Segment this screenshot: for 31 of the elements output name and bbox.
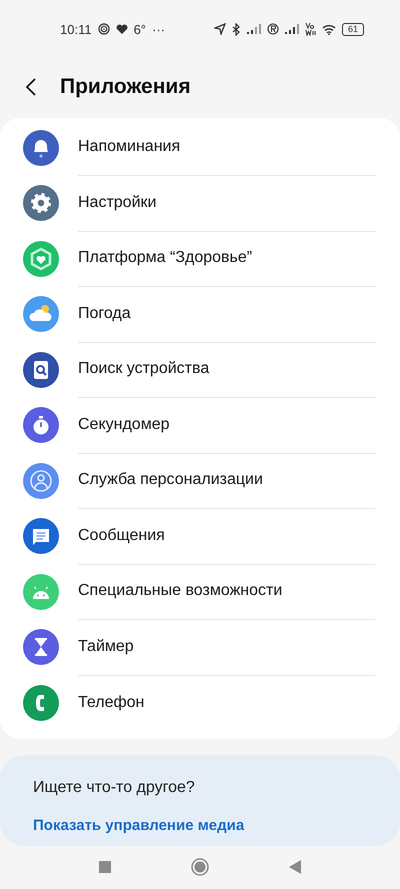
back-icon bbox=[26, 78, 36, 96]
app-list-item[interactable]: Сообщения bbox=[0, 508, 400, 564]
roaming-icon bbox=[266, 23, 279, 35]
app-list-item[interactable]: Поиск устройства bbox=[0, 342, 400, 398]
page-title: Приложения bbox=[60, 75, 191, 99]
recents-button[interactable] bbox=[99, 861, 111, 874]
app-list-item[interactable]: Платформа “Здоровье” bbox=[0, 231, 400, 286]
bluetooth-icon bbox=[232, 22, 241, 36]
app-list-item[interactable]: Погода bbox=[0, 286, 400, 342]
wifi-icon bbox=[322, 24, 336, 34]
temperature: 6° bbox=[134, 22, 146, 36]
show-media-controls-link[interactable]: Показать управление медиа bbox=[33, 816, 367, 834]
back-nav-button[interactable] bbox=[289, 860, 301, 874]
app-list-item[interactable]: Настройки bbox=[0, 176, 400, 231]
location-icon bbox=[214, 23, 226, 35]
app-list-item[interactable]: Напоминания bbox=[0, 120, 400, 176]
app-list-item[interactable]: Секундомер bbox=[0, 398, 400, 453]
vowifi-icon bbox=[304, 22, 316, 36]
heart-icon bbox=[116, 24, 128, 34]
more-indicator: ··· bbox=[152, 22, 166, 36]
app-list-item[interactable]: Служба персонализации bbox=[0, 453, 400, 508]
suggestion-question: Ищете что-то другое? bbox=[33, 778, 196, 796]
home-button[interactable] bbox=[191, 858, 209, 876]
app-list-item[interactable]: Специальные возможности bbox=[0, 564, 400, 620]
signal-icon bbox=[284, 24, 299, 34]
app-list-item[interactable]: Телефон bbox=[0, 675, 400, 730]
app-list-item[interactable]: Таймер bbox=[0, 620, 400, 675]
clock: 10:11 bbox=[60, 22, 92, 36]
signal-icon bbox=[246, 24, 261, 34]
battery-indicator: 61 bbox=[342, 22, 364, 36]
fingerprint-icon bbox=[98, 23, 110, 35]
